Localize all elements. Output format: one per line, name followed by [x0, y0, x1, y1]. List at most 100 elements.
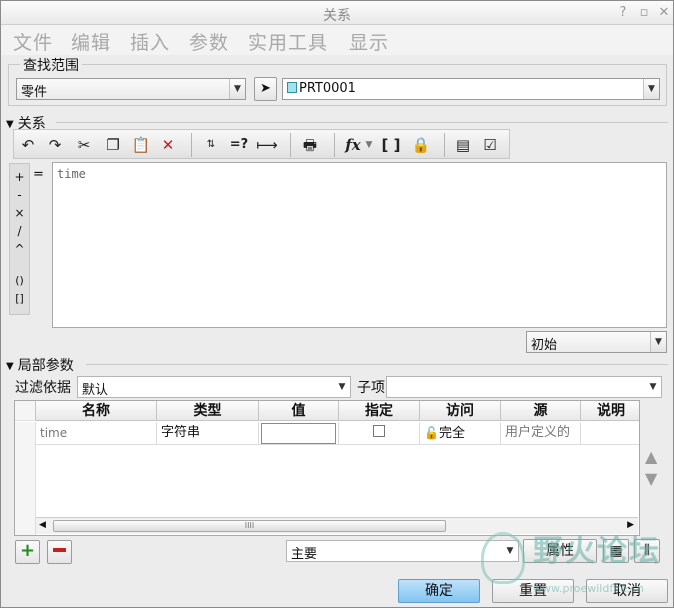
subitem-label: 子项 — [357, 380, 385, 396]
access-value: 完全 — [438, 426, 465, 441]
designated-checkbox[interactable] — [373, 425, 385, 437]
row-header-column — [15, 422, 36, 535]
operator-parens-button[interactable]: () — [10, 274, 29, 287]
col-description-header[interactable]: 说明 — [581, 401, 639, 421]
local-params-section-label: 局部参数 — [17, 358, 74, 374]
watermark-url: www.proewildfire.cn — [533, 582, 644, 595]
chevron-down-icon: ▼ — [645, 377, 661, 397]
cursor-arrow-icon: ➤ — [260, 81, 271, 96]
operator-brackets-button[interactable]: [] — [10, 292, 29, 305]
main-value: 主要 — [291, 547, 318, 562]
toolbar-separator — [444, 133, 445, 157]
menu-file[interactable]: 文件 — [13, 28, 53, 55]
lock-icon[interactable]: 🔒 — [410, 134, 432, 156]
model-value: PRT0001 — [299, 81, 356, 96]
filter-select[interactable]: 默认 ▼ — [77, 376, 351, 398]
value-input[interactable] — [261, 423, 336, 444]
scope-value: 零件 — [21, 85, 48, 100]
scroll-thumb[interactable]: IIII — [53, 520, 446, 532]
function-dropdown-icon[interactable]: ▼ — [363, 134, 375, 156]
toolbar-separator — [191, 133, 192, 157]
title-bar: 关系 ? ▫ ✕ — [1, 1, 673, 25]
copy-icon[interactable]: ❐ — [102, 134, 124, 156]
cell-type[interactable]: 字符串 — [157, 422, 259, 445]
cell-value[interactable] — [259, 422, 339, 445]
plus-icon: + — [19, 540, 36, 561]
brackets-icon[interactable]: [ ] — [380, 134, 402, 156]
chevron-down-icon: ▼ — [650, 332, 666, 352]
menu-parameters[interactable]: 参数 — [189, 28, 229, 55]
local-params-divider — [86, 364, 668, 365]
remove-param-button[interactable] — [47, 540, 72, 564]
model-select[interactable]: PRT0001 ▼ — [282, 78, 660, 100]
spreadsheet-icon[interactable]: ▤ — [452, 134, 474, 156]
menu-display[interactable]: 显示 — [349, 28, 389, 55]
state-value: 初始 — [531, 338, 558, 353]
help-icon[interactable]: ? — [615, 5, 631, 21]
operator-multiply-button[interactable]: × — [10, 206, 29, 220]
add-param-button[interactable]: + — [15, 540, 40, 564]
chevron-down-icon: ▼ — [334, 377, 350, 397]
paste-icon[interactable]: 📋 — [130, 134, 152, 156]
close-icon[interactable]: ✕ — [656, 5, 672, 21]
col-designated-header[interactable]: 指定 — [339, 401, 420, 421]
dimension-icon[interactable]: ⟼ — [256, 134, 278, 156]
check-icon[interactable]: ☑ — [479, 134, 501, 156]
equals-button[interactable]: = — [33, 167, 44, 182]
window-title: 关系 — [323, 8, 351, 24]
redo-icon[interactable]: ↷ — [44, 134, 66, 156]
menu-edit[interactable]: 编辑 — [71, 28, 111, 55]
minimize-icon[interactable]: ▫ — [636, 5, 652, 21]
relations-editor[interactable]: time — [52, 162, 667, 328]
collapse-triangle-icon: ▼ — [6, 361, 14, 372]
verify-icon[interactable]: 🖶 — [299, 134, 321, 156]
operators-palette: + - × / ^ () [] — [9, 163, 30, 315]
watermark-text: 野火论坛 — [533, 534, 661, 569]
watermark-logo: 野火论坛 www.proewildfire.cn — [481, 524, 674, 608]
function-icon[interactable]: fx — [342, 134, 364, 156]
evaluate-icon[interactable]: =? — [228, 134, 250, 156]
relations-toolbar: ↶ ↷ ✂ ❐ 📋 ✕ ⇅ =? ⟼ 🖶 fx ▼ [ ] 🔒 ▤ ☑ — [13, 129, 510, 159]
scope-select[interactable]: 零件 ▼ — [16, 78, 246, 100]
col-value-header[interactable]: 值 — [259, 401, 339, 421]
local-params-section-toggle[interactable]: ▼ 局部参数 — [6, 355, 74, 374]
select-pointer-button[interactable]: ➤ — [254, 77, 277, 101]
operator-divide-button[interactable]: / — [10, 224, 29, 238]
col-name-header[interactable]: 名称 — [36, 401, 157, 421]
move-down-icon[interactable]: ▼ — [645, 469, 657, 488]
ok-button[interactable]: 确定 — [398, 579, 480, 603]
chevron-down-icon: ▼ — [643, 79, 659, 99]
state-select[interactable]: 初始 ▼ — [526, 331, 667, 353]
editor-text: time — [57, 167, 86, 181]
watermark-mark — [481, 532, 525, 584]
operator-power-button[interactable]: ^ — [10, 242, 29, 256]
col-source-header[interactable]: 源 — [501, 401, 581, 421]
relations-divider — [56, 122, 668, 123]
toolbar-separator — [290, 133, 291, 157]
minus-icon — [53, 548, 66, 552]
lookin-legend: 查找范围 — [20, 55, 82, 75]
undo-icon[interactable]: ↶ — [17, 134, 39, 156]
params-table: 名称 类型 值 指定 访问 源 说明 time 字符串 🔓完全 用户定义的 — [14, 400, 640, 536]
subitem-select[interactable]: ▼ — [386, 376, 662, 398]
cell-access[interactable]: 🔓完全 — [420, 422, 501, 445]
operator-minus-button[interactable]: - — [10, 188, 29, 202]
operator-plus-button[interactable]: + — [10, 170, 29, 184]
move-up-icon[interactable]: ▲ — [645, 447, 657, 466]
cell-description[interactable] — [581, 422, 639, 445]
col-access-header[interactable]: 访问 — [420, 401, 501, 421]
scroll-thumb-grip: IIII — [244, 521, 255, 530]
menu-insert[interactable]: 插入 — [130, 28, 170, 55]
part-icon — [287, 82, 297, 93]
cut-icon[interactable]: ✂ — [73, 134, 95, 156]
menu-utilities[interactable]: 实用工具 — [248, 28, 328, 55]
filter-label: 过滤依据 — [15, 380, 71, 396]
cell-name[interactable]: time — [36, 422, 157, 445]
filter-value: 默认 — [82, 383, 109, 398]
cell-source: 用户定义的 — [501, 422, 581, 445]
delete-icon[interactable]: ✕ — [157, 134, 179, 156]
relations-dialog: 关系 ? ▫ ✕ 文件 编辑 插入 参数 实用工具 显示 查找范围 零件 ▼ ➤… — [0, 0, 674, 608]
scroll-left-icon[interactable]: ◀ — [39, 520, 46, 530]
col-type-header[interactable]: 类型 — [157, 401, 259, 421]
sort-params-icon[interactable]: ⇅ — [200, 134, 222, 156]
